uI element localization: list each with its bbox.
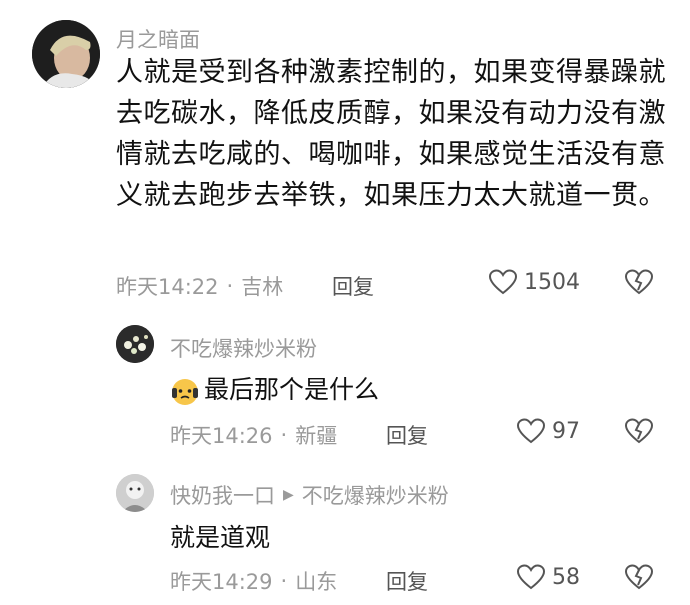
like-count: 58 [552,564,580,590]
username[interactable]: 月之暗面 [116,24,200,54]
separator: · [280,569,288,593]
location: 新疆 [295,424,338,448]
separator: · [280,423,288,447]
like-count: 97 [552,418,580,444]
avatar[interactable] [116,474,154,512]
username[interactable]: 快奶我一口 [170,480,275,510]
reply-button[interactable]: 回复 [386,420,428,450]
pouting-face-icon [170,376,200,406]
heart-icon [516,563,546,591]
heart-icon [516,417,546,445]
dislike-icon[interactable] [624,563,654,595]
reply-header: 快奶我一口 ▶ 不吃爆辣炒米粉 [170,480,449,510]
like-count: 1504 [524,269,580,295]
timestamp: 昨天14:22 [116,275,219,299]
username[interactable]: 不吃爆辣炒米粉 [170,333,317,363]
reply-text: 最后那个是什么 [170,370,379,406]
avatar[interactable] [32,20,100,88]
comment-meta: 昨天14:22 · 吉林 [116,271,283,301]
like-button[interactable]: 58 [516,563,580,591]
reply-meta: 昨天14:29 · 山东 [170,566,337,596]
like-button[interactable]: 1504 [488,268,580,296]
play-arrow-icon: ▶ [283,487,294,503]
reply-button[interactable]: 回复 [332,271,374,301]
reply-to-username[interactable]: 不吃爆辣炒米粉 [302,480,449,510]
reply-text: 就是道观 [170,523,271,552]
avatar[interactable] [116,325,154,363]
timestamp: 昨天14:26 [170,424,273,448]
reply-meta: 昨天14:26 · 新疆 [170,420,337,450]
location: 吉林 [241,275,284,299]
dislike-icon[interactable] [624,268,654,300]
separator: · [226,274,234,298]
comment-text: 人就是受到各种激素控制的，如果变得暴躁就去吃碳水，降低皮质醇，如果没有动力没有激… [116,57,666,211]
reply-button[interactable]: 回复 [386,566,428,596]
location: 山东 [295,570,338,594]
like-button[interactable]: 97 [516,417,580,445]
heart-icon [488,268,518,296]
timestamp: 昨天14:29 [170,570,273,594]
dislike-icon[interactable] [624,417,654,449]
